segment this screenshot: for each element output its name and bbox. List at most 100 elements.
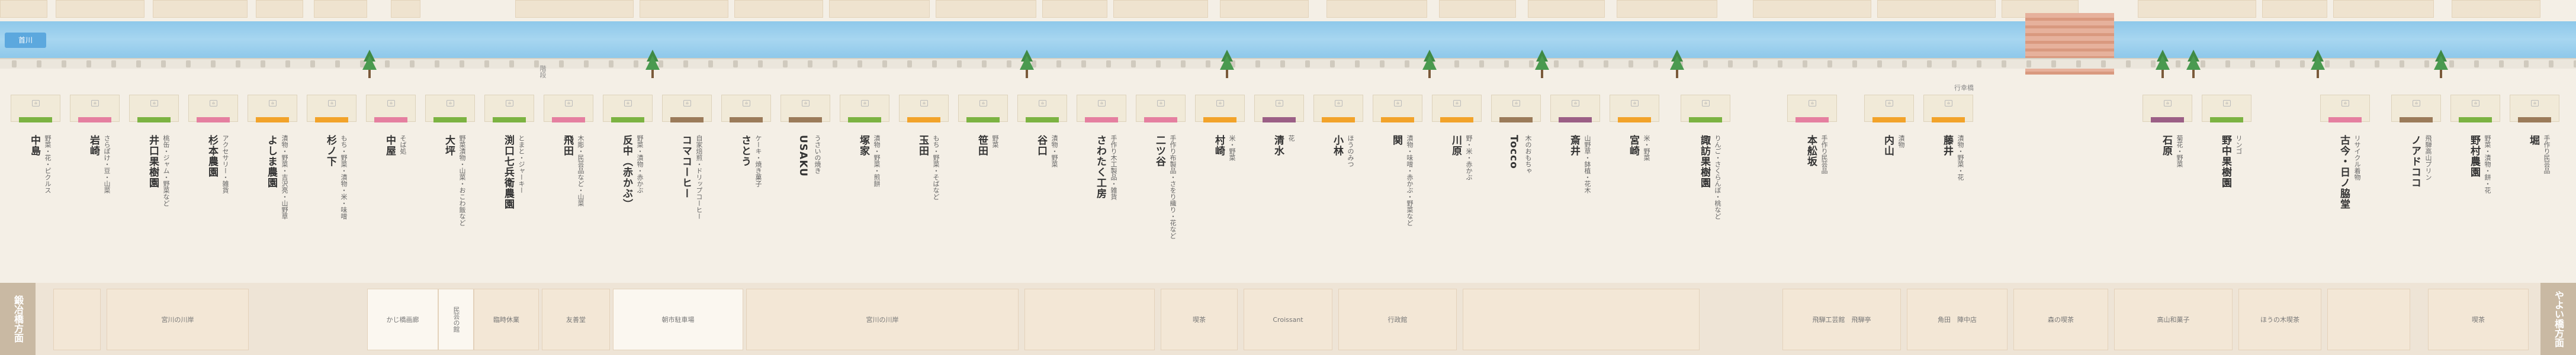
- stall-booth[interactable]: ⌂: [2450, 95, 2500, 125]
- stall-name[interactable]: 内山: [1881, 135, 1896, 156]
- stall-booth[interactable]: ⌂: [366, 95, 416, 125]
- stall-booth[interactable]: ⌂: [1610, 95, 1659, 125]
- stall-booth[interactable]: ⌂: [958, 95, 1008, 125]
- shop-lot[interactable]: 友善堂: [542, 289, 610, 350]
- shop-lot[interactable]: [53, 289, 101, 350]
- stall-name[interactable]: ノアドココ: [2408, 135, 2423, 188]
- stall-booth[interactable]: ⌂: [484, 95, 534, 125]
- stall-category-bar: [433, 117, 467, 122]
- stall-name[interactable]: 二ツ谷: [1152, 135, 1167, 167]
- stall-name[interactable]: 諏訪果樹園: [1697, 135, 1712, 188]
- shop-lot[interactable]: 高山和菓子: [2114, 289, 2233, 350]
- stall-booth[interactable]: ⌂: [780, 95, 830, 125]
- stall-name[interactable]: 村崎: [1212, 135, 1226, 156]
- stall-name[interactable]: 笹田: [975, 135, 990, 156]
- shop-lot[interactable]: 宮川の川岸: [746, 289, 1019, 350]
- stall-name[interactable]: よしま農園: [264, 135, 279, 188]
- stall-name[interactable]: 藤井: [1940, 135, 1955, 156]
- stall-name[interactable]: 関: [1389, 135, 1404, 146]
- stall-name[interactable]: 飛田: [560, 135, 575, 156]
- stall-name[interactable]: 野中果樹園: [2218, 135, 2233, 188]
- stall-name[interactable]: 塚家: [856, 135, 871, 156]
- stall-booth[interactable]: ⌂: [129, 95, 179, 125]
- stall-name[interactable]: さわたく工房: [1093, 135, 1108, 199]
- stall-name[interactable]: さとう: [738, 135, 753, 167]
- tree: [645, 50, 660, 80]
- stall-booth[interactable]: ⌂: [603, 95, 653, 125]
- stall-booth[interactable]: ⌂: [721, 95, 771, 125]
- stall-name[interactable]: 中屋: [383, 135, 397, 156]
- stall-name[interactable]: 谷口: [1034, 135, 1049, 156]
- stall-description: 漬物・野菜・花: [1957, 135, 1964, 180]
- stall-booth[interactable]: ⌂: [2143, 95, 2192, 125]
- shop-lot[interactable]: [2327, 289, 2410, 350]
- stall-name[interactable]: 清水: [1271, 135, 1286, 156]
- stall-booth[interactable]: ⌂: [899, 95, 949, 125]
- stall-booth[interactable]: ⌂: [1432, 95, 1482, 125]
- stall-name[interactable]: 古今・日ノ脇堂: [2337, 135, 2352, 209]
- shop-lot[interactable]: 民芸の館: [438, 289, 474, 350]
- stall-booth[interactable]: ⌂: [2510, 95, 2559, 125]
- stall-booth[interactable]: ⌂: [2391, 95, 2441, 125]
- shop-lot[interactable]: 飛騨工芸館 飛騨亭: [1782, 289, 1901, 350]
- stall-name[interactable]: コマコーヒー: [679, 135, 693, 199]
- stall-name[interactable]: 小林: [1330, 135, 1345, 156]
- top-building: [1528, 0, 1605, 18]
- stall-name[interactable]: 野村農園: [2467, 135, 2482, 178]
- stall-booth[interactable]: ⌂: [1550, 95, 1600, 125]
- stall-name[interactable]: 川原: [1448, 135, 1463, 156]
- stall-name[interactable]: 反中（赤かぶ）: [619, 135, 634, 209]
- stall-booth[interactable]: ⌂: [70, 95, 120, 125]
- shop-lot[interactable]: 行政館: [1338, 289, 1457, 350]
- stall-name[interactable]: 渕口七兵衛農園: [501, 135, 516, 209]
- stall-booth[interactable]: ⌂: [1017, 95, 1067, 125]
- stall-booth[interactable]: ⌂: [11, 95, 60, 125]
- stall-name[interactable]: 石原: [2159, 135, 2174, 156]
- stall-booth[interactable]: ⌂: [2202, 95, 2251, 125]
- shop-lot[interactable]: 臨時休業: [474, 289, 539, 350]
- stall-booth[interactable]: ⌂: [1077, 95, 1126, 125]
- stall-booth[interactable]: ⌂: [1254, 95, 1304, 125]
- stall-name[interactable]: 宮崎: [1626, 135, 1641, 156]
- stall-name[interactable]: Tocco: [1508, 135, 1520, 169]
- shop-lot[interactable]: 角田 陣中店: [1907, 289, 2008, 350]
- shop-lot[interactable]: [1024, 289, 1155, 350]
- shop-lot[interactable]: [1463, 289, 1700, 350]
- shop-lot[interactable]: 森の喫茶: [2013, 289, 2108, 350]
- stall-booth[interactable]: ⌂: [1136, 95, 1186, 125]
- stall-name[interactable]: 杉本農園: [205, 135, 220, 178]
- stall-booth[interactable]: ⌂: [1787, 95, 1837, 125]
- stall-name[interactable]: 大坪: [442, 135, 457, 156]
- stall-name[interactable]: 斎井: [1567, 135, 1582, 156]
- stall-name[interactable]: 玉田: [916, 135, 930, 156]
- shop-lot[interactable]: 宮川の川岸: [107, 289, 249, 350]
- stall-name[interactable]: 岩崎: [86, 135, 101, 156]
- stall-booth[interactable]: ⌂: [1195, 95, 1245, 125]
- stall-booth[interactable]: ⌂: [1923, 95, 1973, 125]
- stall-booth[interactable]: ⌂: [1864, 95, 1914, 125]
- shop-lot[interactable]: ほうの木喫茶: [2238, 289, 2321, 350]
- stall-booth[interactable]: ⌂: [1491, 95, 1541, 125]
- stall-booth[interactable]: ⌂: [1373, 95, 1422, 125]
- shop-lot[interactable]: 喫茶: [2428, 289, 2529, 350]
- stall-name[interactable]: 中島: [27, 135, 42, 156]
- shop-lot[interactable]: 朝市駐車場: [613, 289, 743, 350]
- stall-name[interactable]: USAKU: [797, 135, 809, 177]
- stall-booth[interactable]: ⌂: [1681, 95, 1730, 125]
- stall-booth[interactable]: ⌂: [307, 95, 356, 125]
- shop-lot[interactable]: かじ橋画廊: [367, 289, 438, 350]
- shop-lot[interactable]: 喫茶: [1161, 289, 1238, 350]
- stall-booth[interactable]: ⌂: [840, 95, 889, 125]
- stall-booth[interactable]: ⌂: [544, 95, 593, 125]
- shop-lot[interactable]: Croissant: [1244, 289, 1332, 350]
- stall-booth[interactable]: ⌂: [188, 95, 238, 125]
- stall-booth[interactable]: ⌂: [425, 95, 475, 125]
- stall-name[interactable]: 堀: [2526, 135, 2541, 146]
- stall-name[interactable]: 杉ノ下: [323, 135, 338, 167]
- stall-booth[interactable]: ⌂: [2320, 95, 2370, 125]
- stall-booth[interactable]: ⌂: [248, 95, 297, 125]
- stall-name[interactable]: 本舩坂: [1804, 135, 1819, 167]
- stall-booth[interactable]: ⌂: [1313, 95, 1363, 125]
- stall-booth[interactable]: ⌂: [662, 95, 712, 125]
- stall-name[interactable]: 井口果樹園: [146, 135, 160, 188]
